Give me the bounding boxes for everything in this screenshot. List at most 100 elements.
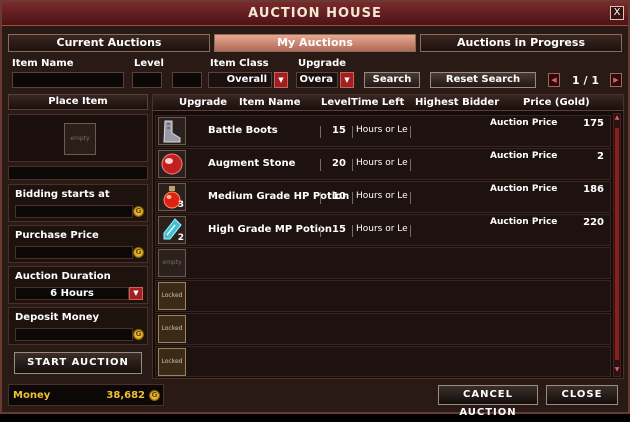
item-class-select[interactable]: Overall [208,72,272,88]
dropdown-arrow-icon[interactable]: ▼ [340,72,354,88]
bidding-start-input[interactable] [15,205,133,218]
divider [352,126,353,138]
time-left: Hours or Les [356,224,408,234]
col-item-name: Item Name [239,97,301,108]
upgrade-select[interactable]: Overa [296,72,338,88]
tab-bar: Current Auctions My Auctions Auctions in… [8,34,622,52]
purchase-price-input[interactable] [15,246,133,259]
close-window-button[interactable]: X [610,6,624,20]
money-display: Money 38,682 G [8,384,164,406]
deposit-money-section: Deposit Money G [8,307,148,345]
scroll-down-icon[interactable]: ▼ [614,366,620,376]
gold-coin-icon: G [133,247,144,258]
page-indicator: 1 / 1 [572,74,599,87]
deposit-money-value [15,328,133,341]
level-min-input[interactable] [132,72,162,88]
item-name: Medium Grade HP Potion [208,191,350,202]
time-left: Hours or Les [356,158,408,168]
divider [352,192,353,204]
gold-coin-icon: G [149,390,160,401]
bidding-start-label: Bidding starts at [15,189,110,200]
empty-row: empty [155,247,611,279]
item-quantity: 3 [177,200,184,210]
table-row[interactable]: 2 High Grade MP Potion 15 Hours or Les A… [155,214,611,246]
tab-current-auctions[interactable]: Current Auctions [8,34,210,52]
locked-slot: Locked [158,282,186,310]
locked-slot: Locked [158,348,186,376]
dropdown-arrow-icon[interactable]: ▼ [274,72,288,88]
divider [410,225,411,237]
placed-item-name [8,166,148,180]
auction-price-value: 220 [583,217,604,228]
search-button[interactable]: Search [364,72,420,88]
divider [410,126,411,138]
auction-price-label: Auction Price [490,184,558,194]
col-time-left: Time Left [351,97,405,108]
locked-slot: Locked [158,315,186,343]
level-label: Level [134,58,164,69]
cancel-auction-button[interactable]: Cancel Auction [438,385,538,418]
list-scrollbar[interactable]: ▲ ▼ [613,113,621,377]
divider [410,159,411,171]
mp-potion-icon: 2 [158,216,186,244]
table-row[interactable]: Battle Boots 15 Hours or Les Auction Pri… [155,115,611,147]
money-label: Money [13,390,51,401]
page-prev-icon[interactable]: ◀ [548,73,560,87]
auction-price-label: Auction Price [490,118,558,128]
tab-my-auctions[interactable]: My Auctions [214,34,416,52]
level-max-input[interactable] [172,72,202,88]
money-value: 38,682 [106,390,145,401]
title-bar[interactable]: Auction House X [2,2,628,26]
tab-auctions-in-progress[interactable]: Auctions in Progress [420,34,622,52]
col-highest-bidder: Highest Bidder [415,97,500,108]
time-left: Hours or Les [356,191,408,201]
item-name: Augment Stone [208,158,296,169]
empty-slot: empty [158,249,186,277]
purchase-price-section: Purchase Price G [8,225,148,263]
item-quantity: 2 [177,233,184,243]
auction-price-value: 175 [583,118,604,129]
hp-potion-icon: 3 [158,183,186,211]
table-row[interactable]: 3 Medium Grade HP Potion 10 Hours or Les… [155,181,611,213]
item-name: Battle Boots [208,125,278,136]
divider [352,225,353,237]
auction-house-window: Auction House X Current Auctions My Auct… [0,0,630,418]
deposit-money-label: Deposit Money [15,312,99,323]
augment-stone-icon [158,150,186,178]
item-level: 10 [332,191,346,202]
scroll-up-icon[interactable]: ▲ [614,114,620,124]
item-class-label: Item Class [210,58,269,69]
dropdown-arrow-icon[interactable]: ▼ [129,287,143,300]
auction-price-value: 2 [597,151,604,162]
auction-price-label: Auction Price [490,151,558,161]
window-title: Auction House [248,6,382,21]
bidding-start-section: Bidding starts at G [8,184,148,222]
divider [352,159,353,171]
purchase-price-label: Purchase Price [15,230,99,241]
locked-row: Locked [155,346,611,377]
page-next-icon[interactable]: ▶ [610,73,622,87]
auction-duration-select[interactable]: 6 Hours [15,287,129,300]
item-level: 20 [332,158,346,169]
time-left: Hours or Les [356,125,408,135]
close-button[interactable]: Close [546,385,618,405]
auction-price-label: Auction Price [490,217,558,227]
auction-list: Upgrade Item Name Level Time Left Highes… [152,94,624,379]
item-name-input[interactable] [12,72,124,88]
scroll-thumb[interactable] [615,128,619,360]
col-level: Level [321,97,351,108]
divider [320,192,321,204]
place-item-slot[interactable]: empty [64,123,96,155]
locked-row: Locked [155,313,611,345]
col-upgrade: Upgrade [179,97,228,108]
footer-bar: Money 38,682 G Cancel Auction Close [8,384,622,418]
table-row[interactable]: Augment Stone 20 Hours or Les Auction Pr… [155,148,611,180]
divider [410,192,411,204]
list-header: Upgrade Item Name Level Time Left Highes… [153,95,623,111]
gold-coin-icon: G [133,206,144,217]
item-level: 15 [332,224,346,235]
reset-search-button[interactable]: Reset Search [430,72,536,88]
auction-duration-section: Auction Duration 6 Hours ▼ [8,266,148,304]
divider [320,126,321,138]
start-auction-button[interactable]: Start Auction [14,352,142,374]
